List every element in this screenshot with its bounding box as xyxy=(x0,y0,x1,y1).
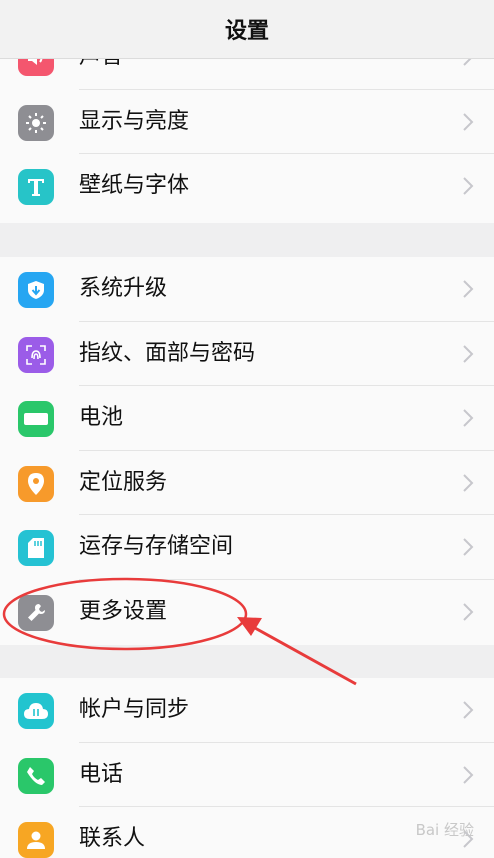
settings-item-label: 系统升级 xyxy=(79,276,168,301)
battery-icon xyxy=(18,401,54,437)
chevron-right-icon xyxy=(456,342,480,366)
settings-item-display-brightness[interactable]: 显示与亮度 xyxy=(0,90,494,154)
settings-item-label: 运存与存储空间 xyxy=(79,534,234,559)
chevron-right-icon xyxy=(456,600,480,624)
location-pin-icon xyxy=(18,465,54,502)
page-title: 设置 xyxy=(224,19,269,44)
settings-item-fingerprint-face-password[interactable]: 指纹、面部与密码 xyxy=(0,322,494,386)
chevron-right-icon xyxy=(456,277,480,301)
settings-group-system: 系统升级 指纹、面部与密码 电池 定位服务 运存与存储空间 更多设置 xyxy=(0,257,494,645)
settings-item-account-sync[interactable]: 帐户与同步 xyxy=(0,678,494,743)
settings-item-sound[interactable]: 声音 xyxy=(0,59,494,90)
chevron-right-icon xyxy=(456,763,480,787)
settings-item-battery[interactable]: 电池 xyxy=(0,386,494,451)
settings-item-wallpaper-font[interactable]: 壁纸与字体 xyxy=(0,154,494,219)
settings-item-location-service[interactable]: 定位服务 xyxy=(0,451,494,515)
settings-item-label: 显示与亮度 xyxy=(79,108,190,134)
settings-item-label: 帐户与同步 xyxy=(79,697,190,722)
watermark: Bai 经验 xyxy=(415,821,474,839)
chevron-right-icon xyxy=(456,174,480,198)
text-t-icon xyxy=(18,169,54,205)
chevron-right-icon xyxy=(456,471,480,495)
phone-icon xyxy=(18,757,54,794)
sd-card-icon xyxy=(18,530,54,566)
settings-item-memory-storage[interactable]: 运存与存储空间 xyxy=(0,515,494,580)
chevron-right-icon xyxy=(456,535,480,559)
fingerprint-icon xyxy=(18,336,54,373)
cloud-sync-icon xyxy=(18,693,54,729)
settings-item-label: 电池 xyxy=(79,405,124,430)
settings-item-label: 指纹、面部与密码 xyxy=(79,340,256,366)
chevron-right-icon xyxy=(456,698,480,722)
person-icon xyxy=(18,822,54,858)
speaker-icon xyxy=(18,59,54,76)
settings-item-label: 声音 xyxy=(79,59,123,89)
shield-arrow-icon xyxy=(18,272,54,308)
settings-item-system-update[interactable]: 系统升级 xyxy=(0,257,494,322)
settings-item-label: 壁纸与字体 xyxy=(79,173,190,198)
settings-item-label: 定位服务 xyxy=(79,469,168,495)
settings-item-phone[interactable]: 电话 xyxy=(0,743,494,807)
settings-group-display: 声音 显示与亮度 壁纸与字体 xyxy=(0,59,494,223)
chevron-right-icon xyxy=(456,59,480,69)
top-bar: 设置 xyxy=(0,0,494,59)
settings-item-label: 联系人 xyxy=(79,826,146,851)
settings-item-label: 电话 xyxy=(79,761,124,787)
settings-item-more-settings[interactable]: 更多设置 xyxy=(0,580,494,645)
wrench-icon xyxy=(18,594,54,631)
chevron-right-icon xyxy=(456,406,480,430)
settings-item-label: 更多设置 xyxy=(79,598,168,624)
sun-icon xyxy=(18,104,54,141)
chevron-right-icon xyxy=(456,110,480,134)
